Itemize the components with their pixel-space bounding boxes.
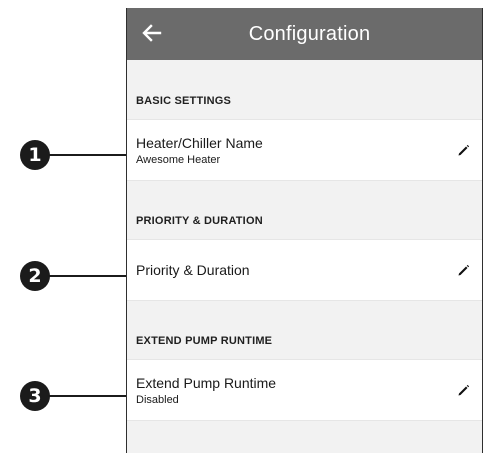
row-text: Priority & Duration — [136, 262, 250, 278]
app-header: Configuration — [127, 8, 482, 60]
section-header-basic-settings: BASIC SETTINGS — [136, 95, 232, 107]
pencil-icon — [458, 264, 469, 275]
configuration-screen: Configuration BASIC SETTINGS Heater/Chil… — [126, 8, 483, 453]
pencil-icon — [458, 384, 469, 395]
edit-pump-runtime-button[interactable] — [456, 383, 470, 397]
callout-3: 3 — [20, 381, 50, 411]
row-subtitle: Disabled — [136, 393, 179, 406]
section-header-extend-pump-runtime: EXTEND PUMP RUNTIME — [136, 335, 273, 347]
callout-2-leader — [49, 275, 132, 277]
callout-1-leader — [49, 154, 132, 156]
row-title: Priority & Duration — [136, 262, 250, 278]
edit-heater-name-button[interactable] — [456, 143, 470, 157]
heater-chiller-name-row[interactable]: Heater/Chiller Name Awesome Heater — [127, 119, 482, 181]
section-header-priority-duration: PRIORITY & DURATION — [136, 215, 263, 227]
callout-1: 1 — [20, 140, 50, 170]
callout-3-leader — [49, 395, 132, 397]
edit-priority-button[interactable] — [456, 263, 470, 277]
arrow-left-icon — [142, 24, 162, 42]
pencil-icon — [458, 144, 469, 155]
callout-2: 2 — [20, 261, 50, 291]
page-title: Configuration — [248, 22, 371, 45]
row-title: Extend Pump Runtime — [136, 374, 277, 391]
row-title: Heater/Chiller Name — [136, 134, 263, 151]
row-text: Extend Pump Runtime Disabled — [136, 375, 276, 406]
row-text: Heater/Chiller Name Awesome Heater — [136, 135, 263, 166]
extend-pump-runtime-row[interactable]: Extend Pump Runtime Disabled — [127, 359, 482, 421]
row-subtitle: Awesome Heater — [136, 153, 221, 166]
back-button[interactable] — [137, 18, 167, 48]
priority-duration-row[interactable]: Priority & Duration — [127, 239, 482, 301]
